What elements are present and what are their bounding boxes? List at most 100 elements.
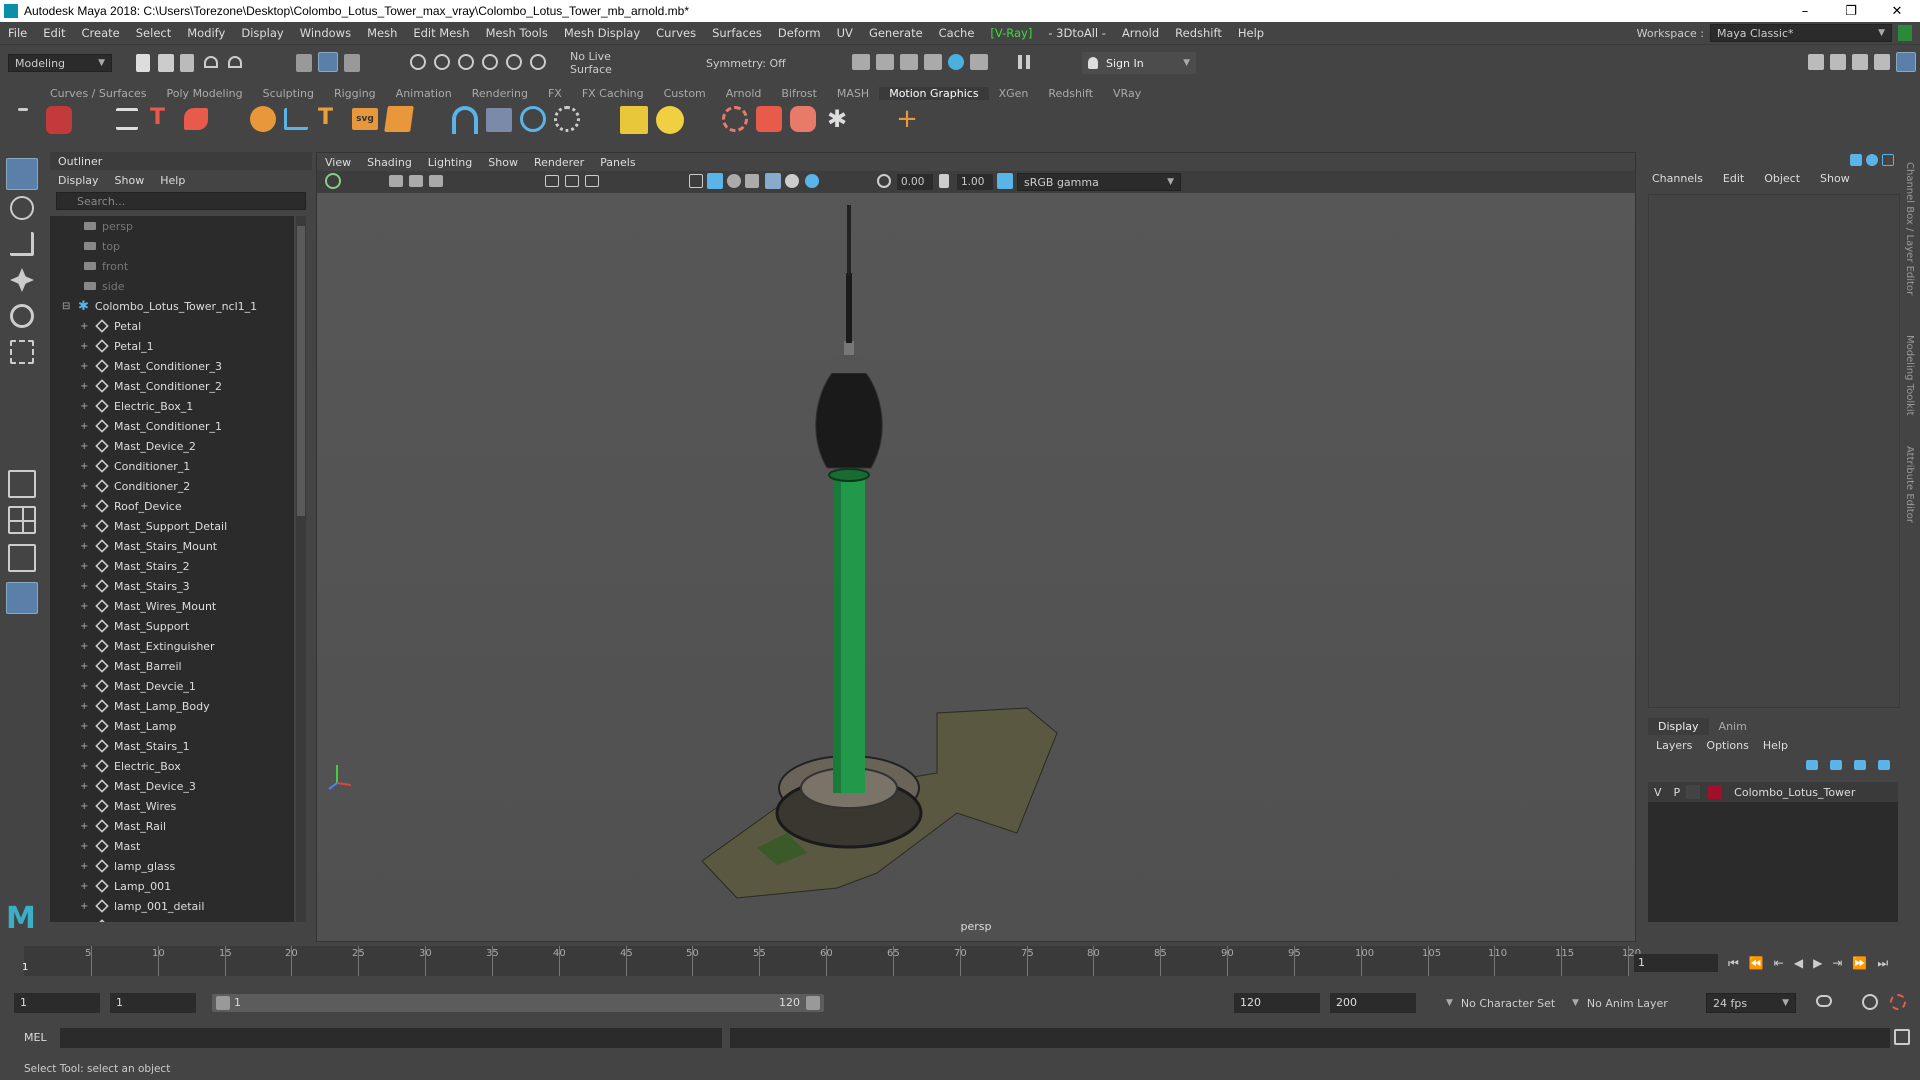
outliner-item[interactable]: + Mast_Lamp: [50, 716, 294, 736]
expand-toggle-icon[interactable]: +: [80, 761, 90, 772]
menu-arnold[interactable]: Arnold: [1114, 26, 1167, 40]
menu-deform[interactable]: Deform: [770, 26, 829, 40]
snowflake-icon[interactable]: ✱: [824, 106, 850, 132]
outliner-item[interactable]: + Conditioner_1: [50, 456, 294, 476]
step-back-frame-icon[interactable]: ⏪: [1749, 956, 1764, 970]
expand-toggle-icon[interactable]: +: [80, 661, 90, 672]
undo-icon[interactable]: [204, 56, 218, 68]
shelf-tab-motion-graphics[interactable]: Motion Graphics: [879, 86, 989, 100]
lock-icon[interactable]: [1898, 25, 1912, 41]
redo-icon[interactable]: [228, 56, 242, 68]
expand-toggle-icon[interactable]: +: [80, 601, 90, 612]
step-forward-frame-icon[interactable]: ⏩: [1852, 956, 1867, 970]
outliner-item[interactable]: + Mast_Support: [50, 616, 294, 636]
outliner-item[interactable]: + Mast_Stairs_2: [50, 556, 294, 576]
expand-toggle-icon[interactable]: +: [80, 861, 90, 872]
command-language-label[interactable]: MEL: [24, 1031, 47, 1044]
time-slider-track[interactable]: 1 5 10 15 20 25 30 35 40 45 50 55 60 65 70 75 80 85 90 95 10…: [22, 946, 1641, 976]
menu-redshift[interactable]: Redshift: [1167, 26, 1230, 40]
move-layer-up-icon[interactable]: [1806, 760, 1818, 770]
expand-toggle-icon[interactable]: +: [80, 801, 90, 812]
shelf-tab-poly-modeling[interactable]: Poly Modeling: [157, 87, 253, 100]
expand-toggle-icon[interactable]: +: [80, 521, 90, 532]
outliner-item[interactable]: + Mast_Support_Detail: [50, 516, 294, 536]
expand-toggle-icon[interactable]: +: [80, 501, 90, 512]
expand-toggle-icon[interactable]: +: [80, 921, 90, 923]
color-space-dropdown[interactable]: sRGB gamma ▼: [1017, 173, 1181, 191]
shelf-tab-rigging[interactable]: Rigging: [324, 87, 386, 100]
menu-mesh[interactable]: Mesh: [359, 26, 405, 40]
anim-layer-dropdown[interactable]: ▼ No Anim Layer: [1566, 993, 1682, 1013]
shelf-tab-bifrost[interactable]: Bifrost: [771, 87, 827, 100]
channel-box-menu-channels[interactable]: Channels: [1652, 172, 1703, 185]
symmetry-dropdown[interactable]: Symmetry: Off: [700, 54, 804, 72]
viewport-menu-renderer[interactable]: Renderer: [534, 156, 584, 169]
color-management-icon[interactable]: [997, 173, 1013, 189]
menu-select[interactable]: Select: [128, 26, 179, 40]
viewport-menu-view[interactable]: View: [325, 156, 351, 169]
outliner-item[interactable]: + Petal: [50, 316, 294, 336]
shirt-icon[interactable]: [756, 106, 782, 132]
shelf-tab-fx[interactable]: FX: [538, 87, 572, 100]
single-perspective-layout-icon[interactable]: [8, 470, 36, 498]
camera-attributes-icon[interactable]: [389, 175, 403, 187]
menu-mesh-tools[interactable]: Mesh Tools: [478, 26, 556, 40]
outliner-layout-icon[interactable]: [6, 582, 38, 614]
play-backwards-icon[interactable]: ◀: [1794, 956, 1803, 970]
channel-box-menu-object[interactable]: Object: [1764, 172, 1800, 185]
select-by-hierarchy-icon[interactable]: [296, 54, 312, 72]
outliner-item[interactable]: + Mast_Conditioner_2: [50, 376, 294, 396]
menu-cache[interactable]: Cache: [931, 26, 983, 40]
move-tool-icon[interactable]: [10, 268, 34, 292]
layer-row[interactable]: V P Colombo_Lotus_Tower: [1648, 782, 1898, 802]
channel-box-help-icon[interactable]: [1866, 154, 1878, 166]
outliner-item[interactable]: + Petal_1: [50, 336, 294, 356]
channel-box-menu-show[interactable]: Show: [1820, 172, 1850, 185]
shelf-tab-vray[interactable]: VRay: [1103, 87, 1151, 100]
channel-box-menu-edit[interactable]: Edit: [1723, 172, 1744, 185]
layer-playback-toggle[interactable]: P: [1668, 786, 1687, 799]
playback-end-field[interactable]: 120: [1234, 993, 1320, 1013]
light-sun-icon[interactable]: [656, 106, 684, 134]
side-tab-channel-box[interactable]: Channel Box / Layer Editor: [1904, 162, 1915, 295]
outliner-menu-show[interactable]: Show: [115, 174, 145, 187]
shelf-tab-mash[interactable]: MASH: [827, 87, 879, 100]
move-layer-down-icon[interactable]: [1830, 760, 1842, 770]
toggle-tool-settings-icon[interactable]: [1874, 54, 1890, 70]
range-start-handle[interactable]: [216, 996, 230, 1010]
scale-tool-icon[interactable]: [10, 340, 34, 364]
new-scene-icon[interactable]: [136, 54, 150, 72]
workspace-dropdown[interactable]: Maya Classic* ▼: [1710, 24, 1892, 42]
exposure-icon[interactable]: [877, 174, 891, 188]
expand-toggle-icon[interactable]: +: [80, 321, 90, 332]
range-end-handle[interactable]: [806, 996, 820, 1010]
outliner-item[interactable]: + lamp_001_detail_01: [50, 916, 294, 922]
toggle-channel-box-icon[interactable]: [1896, 52, 1916, 72]
menu-generate[interactable]: Generate: [861, 26, 931, 40]
expand-toggle-icon[interactable]: +: [80, 561, 90, 572]
collapse-toggle-icon[interactable]: ⊟: [62, 301, 72, 312]
pause-icon[interactable]: [1018, 55, 1030, 69]
outliner-item[interactable]: + Mast_Conditioner_3: [50, 356, 294, 376]
side-tab-modeling-toolkit[interactable]: Modeling Toolkit: [1904, 335, 1915, 416]
mash-network-icon[interactable]: [46, 106, 72, 134]
shelf-menu-icon[interactable]: [18, 108, 28, 111]
menu-help[interactable]: Help: [1230, 26, 1272, 40]
layer-color-swatch[interactable]: [1708, 785, 1723, 799]
step-forward-key-icon[interactable]: ⇥: [1832, 956, 1842, 970]
layer-menu-layers[interactable]: Layers: [1656, 739, 1692, 752]
new-layer-icon[interactable]: [1854, 760, 1866, 770]
viewport-canvas[interactable]: persp: [317, 193, 1635, 941]
menu-modify[interactable]: Modify: [179, 26, 233, 40]
svg-icon[interactable]: svg: [352, 108, 378, 130]
layer-tab-display[interactable]: Display: [1648, 718, 1709, 735]
xray-icon[interactable]: [765, 173, 781, 189]
outliner-item[interactable]: + Conditioner_2: [50, 476, 294, 496]
default-material-icon[interactable]: [727, 174, 741, 188]
select-camera-icon[interactable]: [325, 173, 341, 189]
outliner-item[interactable]: + Mast_Devcie_1: [50, 676, 294, 696]
snap-curve-icon[interactable]: [434, 54, 450, 70]
new-layer-from-selected-icon[interactable]: [1878, 760, 1890, 770]
viewport-menu-panels[interactable]: Panels: [600, 156, 635, 169]
fps-dropdown[interactable]: 24 fps ▼: [1706, 993, 1796, 1013]
